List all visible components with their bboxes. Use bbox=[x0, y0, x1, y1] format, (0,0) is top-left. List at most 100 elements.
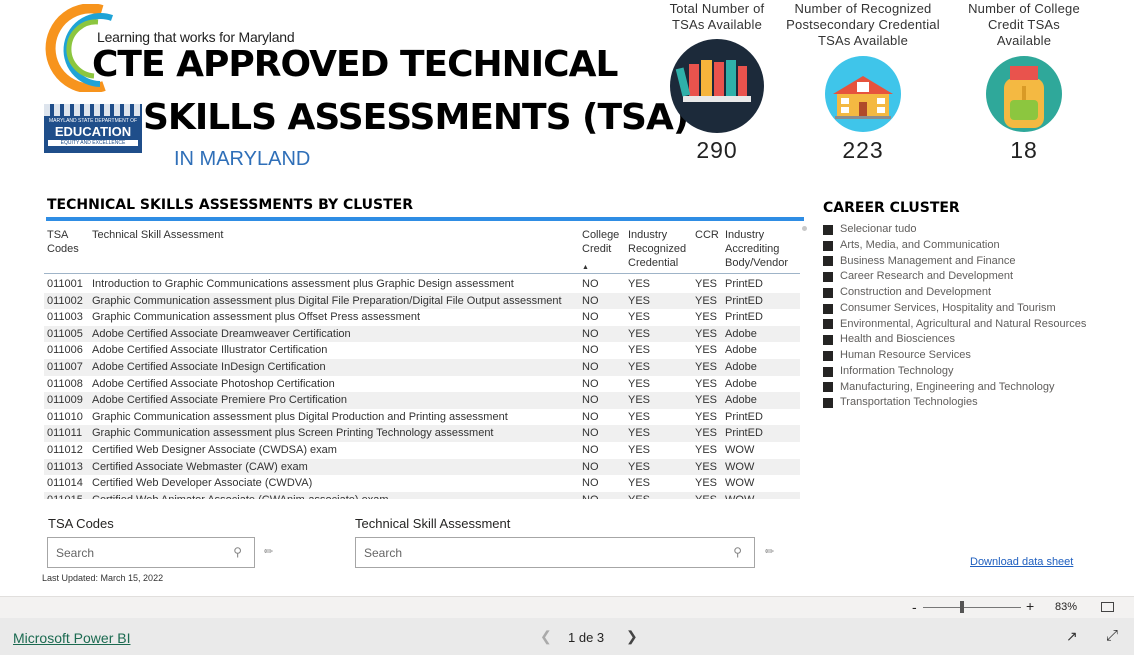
cell-tsa-code: 011013 bbox=[47, 460, 83, 473]
cell-college-credit: NO bbox=[582, 492, 599, 499]
career-cluster-option[interactable]: Business Management and Finance bbox=[823, 254, 1086, 270]
column-header-tsa-codes[interactable]: TSA Codes bbox=[47, 228, 87, 256]
column-header-technical-skill-assessment[interactable]: Technical Skill Assessment bbox=[92, 228, 223, 242]
cell-college-credit: NO bbox=[582, 460, 599, 473]
cell-college-credit: NO bbox=[582, 477, 599, 490]
zoom-out-button[interactable]: - bbox=[912, 599, 917, 615]
table-row[interactable]: 011011 Graphic Communication assessment p… bbox=[44, 425, 800, 442]
checkbox-icon[interactable] bbox=[823, 335, 833, 346]
checkbox-icon[interactable] bbox=[823, 398, 833, 409]
career-cluster-option-label: Selecionar tudo bbox=[840, 223, 917, 235]
checkbox-icon[interactable] bbox=[823, 240, 833, 251]
checkbox-icon[interactable] bbox=[823, 303, 833, 314]
cell-ccr: YES bbox=[695, 460, 718, 473]
fit-to-page-icon[interactable] bbox=[1101, 602, 1114, 612]
cell-ccr: YES bbox=[695, 492, 717, 499]
tsa-codes-search-input[interactable]: Search ⚲ bbox=[47, 537, 255, 568]
career-cluster-option[interactable]: Manufacturing, Engineering and Technolog… bbox=[823, 380, 1086, 396]
zoom-in-button[interactable]: + bbox=[1026, 598, 1034, 614]
search-icon: ⚲ bbox=[733, 545, 742, 559]
cell-industry-credential: YES bbox=[628, 492, 650, 499]
checkbox-icon[interactable] bbox=[823, 224, 833, 235]
column-header-industry-accrediting-body[interactable]: Industry Accrediting Body/Vendor bbox=[725, 228, 799, 270]
kpi-recognized-credential-tsas: Number of Recognized Postsecondary Crede… bbox=[781, 0, 945, 170]
sort-ascending-icon[interactable]: ▲ bbox=[582, 264, 589, 271]
cell-tsa-code: 011007 bbox=[47, 360, 83, 373]
cell-accrediting-body: PrintED bbox=[725, 278, 763, 290]
kpi-label: Total Number of TSAs Available bbox=[669, 1, 765, 32]
next-page-icon[interactable]: ❯ bbox=[626, 628, 638, 645]
table-row[interactable]: 011008 Adobe Certified Associate Photosho… bbox=[44, 376, 800, 393]
career-cluster-option-label: Transportation Technologies bbox=[840, 396, 978, 409]
career-cluster-option[interactable]: Consumer Services, Hospitality and Touri… bbox=[823, 301, 1086, 317]
cell-accrediting-body: PrintED bbox=[725, 294, 763, 307]
clear-selections-icon[interactable]: ✏ bbox=[264, 545, 273, 558]
cell-assessment-name: Graphic Communication assessment plus Di… bbox=[92, 410, 508, 423]
report-page: Learning that works for Maryland CTE APP… bbox=[0, 0, 1134, 596]
cell-accrediting-body: WOW bbox=[725, 460, 755, 473]
career-cluster-option[interactable]: Information Technology bbox=[823, 364, 1086, 380]
career-cluster-option[interactable]: Career Research and Development bbox=[823, 269, 1086, 285]
table-row[interactable]: 011007 Adobe Certified Associate InDesign… bbox=[44, 358, 800, 376]
checkbox-icon[interactable] bbox=[823, 319, 833, 330]
checkbox-icon[interactable] bbox=[823, 350, 833, 361]
tsa-table[interactable]: TSA Codes Technical Skill Assessment Col… bbox=[44, 224, 800, 499]
career-cluster-option[interactable]: Transportation Technologies bbox=[823, 395, 1086, 411]
cell-ccr: YES bbox=[695, 311, 718, 324]
backpack-icon bbox=[986, 56, 1062, 132]
table-row[interactable]: 011009 Adobe Certified Associate Premiere… bbox=[44, 392, 800, 409]
career-cluster-option[interactable]: Arts, Media, and Communication bbox=[823, 238, 1086, 254]
column-header-industry-recognized-credential[interactable]: Industry Recognized Credential bbox=[628, 228, 692, 270]
cell-college-credit: NO bbox=[582, 311, 599, 324]
table-row[interactable]: 011003 Graphic Communication assessment p… bbox=[44, 309, 800, 326]
career-cluster-option[interactable]: Health and Biosciences bbox=[823, 332, 1086, 348]
clear-selections-icon[interactable]: ✏ bbox=[765, 545, 774, 558]
column-header-college-credit[interactable]: College Credit bbox=[582, 228, 624, 256]
cell-tsa-code: 011014 bbox=[47, 477, 83, 490]
msde-logo: MARYLAND STATE DEPARTMENT OF EDUCATION E… bbox=[44, 104, 142, 153]
cell-tsa-code: 011015 bbox=[47, 492, 83, 499]
previous-page-icon[interactable]: ❮ bbox=[540, 628, 552, 645]
checkbox-icon[interactable] bbox=[823, 366, 833, 377]
cell-college-credit: NO bbox=[582, 327, 599, 340]
powerbi-brand-link[interactable]: Microsoft Power BI bbox=[13, 630, 130, 646]
zoom-slider-thumb[interactable] bbox=[960, 601, 964, 613]
fullscreen-icon[interactable]: ⤢ bbox=[1106, 627, 1118, 644]
page-indicator: 1 de 3 bbox=[568, 630, 605, 645]
column-header-ccr[interactable]: CCR bbox=[695, 228, 719, 242]
checkbox-icon[interactable] bbox=[823, 382, 833, 393]
table-row[interactable]: 011010 Graphic Communication assessment p… bbox=[44, 409, 800, 426]
table-row[interactable]: 011006 Adobe Certified Associate Illustra… bbox=[44, 342, 800, 359]
career-cluster-option[interactable]: Human Resource Services bbox=[823, 348, 1086, 364]
download-data-sheet-link[interactable]: Download data sheet bbox=[970, 556, 1073, 568]
table-row[interactable]: 011005 Adobe Certified Associate Dreamwea… bbox=[44, 325, 800, 343]
table-row[interactable]: 011002 Graphic Communication assessment p… bbox=[44, 292, 800, 310]
kpi-total-tsas: Total Number of TSAs Available 290 bbox=[660, 0, 774, 170]
cell-tsa-code: 011011 bbox=[47, 427, 83, 440]
cell-ccr: YES bbox=[695, 410, 718, 423]
checkbox-icon[interactable] bbox=[823, 272, 833, 283]
table-row[interactable]: 011015 Certified Web Animator Associate (… bbox=[44, 491, 800, 499]
kpi-value: 290 bbox=[696, 137, 738, 163]
table-scrollbar[interactable] bbox=[802, 226, 807, 231]
cell-industry-credential: YES bbox=[628, 344, 651, 357]
powerbi-footer: Microsoft Power BI ❮ 1 de 3 ❯ ↗ ⤢ bbox=[0, 618, 1134, 655]
career-cluster-option[interactable]: Selecionar tudo bbox=[823, 222, 1086, 238]
career-cluster-option[interactable]: Environmental, Agricultural and Natural … bbox=[823, 317, 1086, 333]
cell-tsa-code: 011012 bbox=[47, 443, 83, 456]
table-row[interactable]: 011013 Certified Associate Webmaster (CAW… bbox=[44, 458, 800, 476]
zoom-slider-track[interactable] bbox=[923, 607, 1021, 608]
cell-ccr: YES bbox=[695, 377, 718, 390]
search-placeholder: Search bbox=[364, 546, 403, 560]
msde-logo-line2: EDUCATION bbox=[54, 124, 132, 139]
share-icon[interactable]: ↗ bbox=[1066, 628, 1078, 645]
checkbox-icon[interactable] bbox=[823, 256, 833, 267]
table-row[interactable]: 011001 Introduction to Graphic Communicat… bbox=[44, 276, 800, 293]
table-row[interactable]: 011014 Certified Web Developer Associate … bbox=[44, 475, 800, 492]
table-header: TSA Codes Technical Skill Assessment Col… bbox=[44, 224, 800, 274]
tsa-name-search-input[interactable]: Search ⚲ bbox=[355, 537, 755, 568]
checkbox-icon[interactable] bbox=[823, 287, 833, 298]
table-row[interactable]: 011012 Certified Web Designer Associate (… bbox=[44, 442, 800, 459]
career-cluster-option[interactable]: Construction and Development bbox=[823, 285, 1086, 301]
cell-tsa-code: 011001 bbox=[47, 278, 83, 290]
